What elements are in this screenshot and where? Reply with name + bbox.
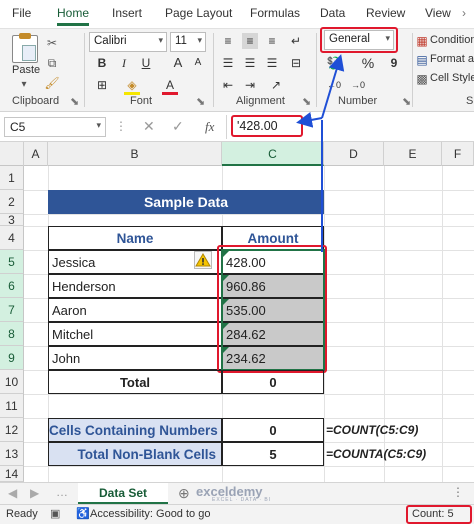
arrow-to-number-format: [321, 54, 345, 119]
scroll-right-icon[interactable]: ▶: [30, 486, 39, 500]
macro-record-icon[interactable]: ▣: [50, 507, 60, 520]
status-ready: Ready: [6, 508, 38, 520]
sheet-tabs-bar: ◀ ▶ … Data Set ⊕ exceldemy EXCEL · DATA …: [0, 482, 474, 505]
watermark: exceldemy EXCEL · DATA · BI: [196, 484, 270, 504]
status-count[interactable]: Count: 5: [412, 508, 454, 520]
add-sheet-icon[interactable]: ⊕: [178, 485, 190, 502]
accessibility-icon[interactable]: ♿: [76, 507, 90, 520]
annotation-arrows: [296, 54, 345, 252]
sheet-tab-data-set[interactable]: Data Set: [78, 483, 168, 505]
accessibility-status[interactable]: Accessibility: Good to go: [90, 508, 210, 520]
arrow-to-formula: [296, 111, 323, 128]
more-options-icon[interactable]: ⋮: [452, 485, 464, 499]
watermark-tagline: EXCEL · DATA · BI: [212, 497, 272, 503]
more-sheets-icon[interactable]: …: [56, 485, 68, 499]
status-bar: Ready ▣ ♿ Accessibility: Good to go Coun…: [0, 504, 474, 524]
scroll-left-icon[interactable]: ◀: [8, 486, 17, 500]
